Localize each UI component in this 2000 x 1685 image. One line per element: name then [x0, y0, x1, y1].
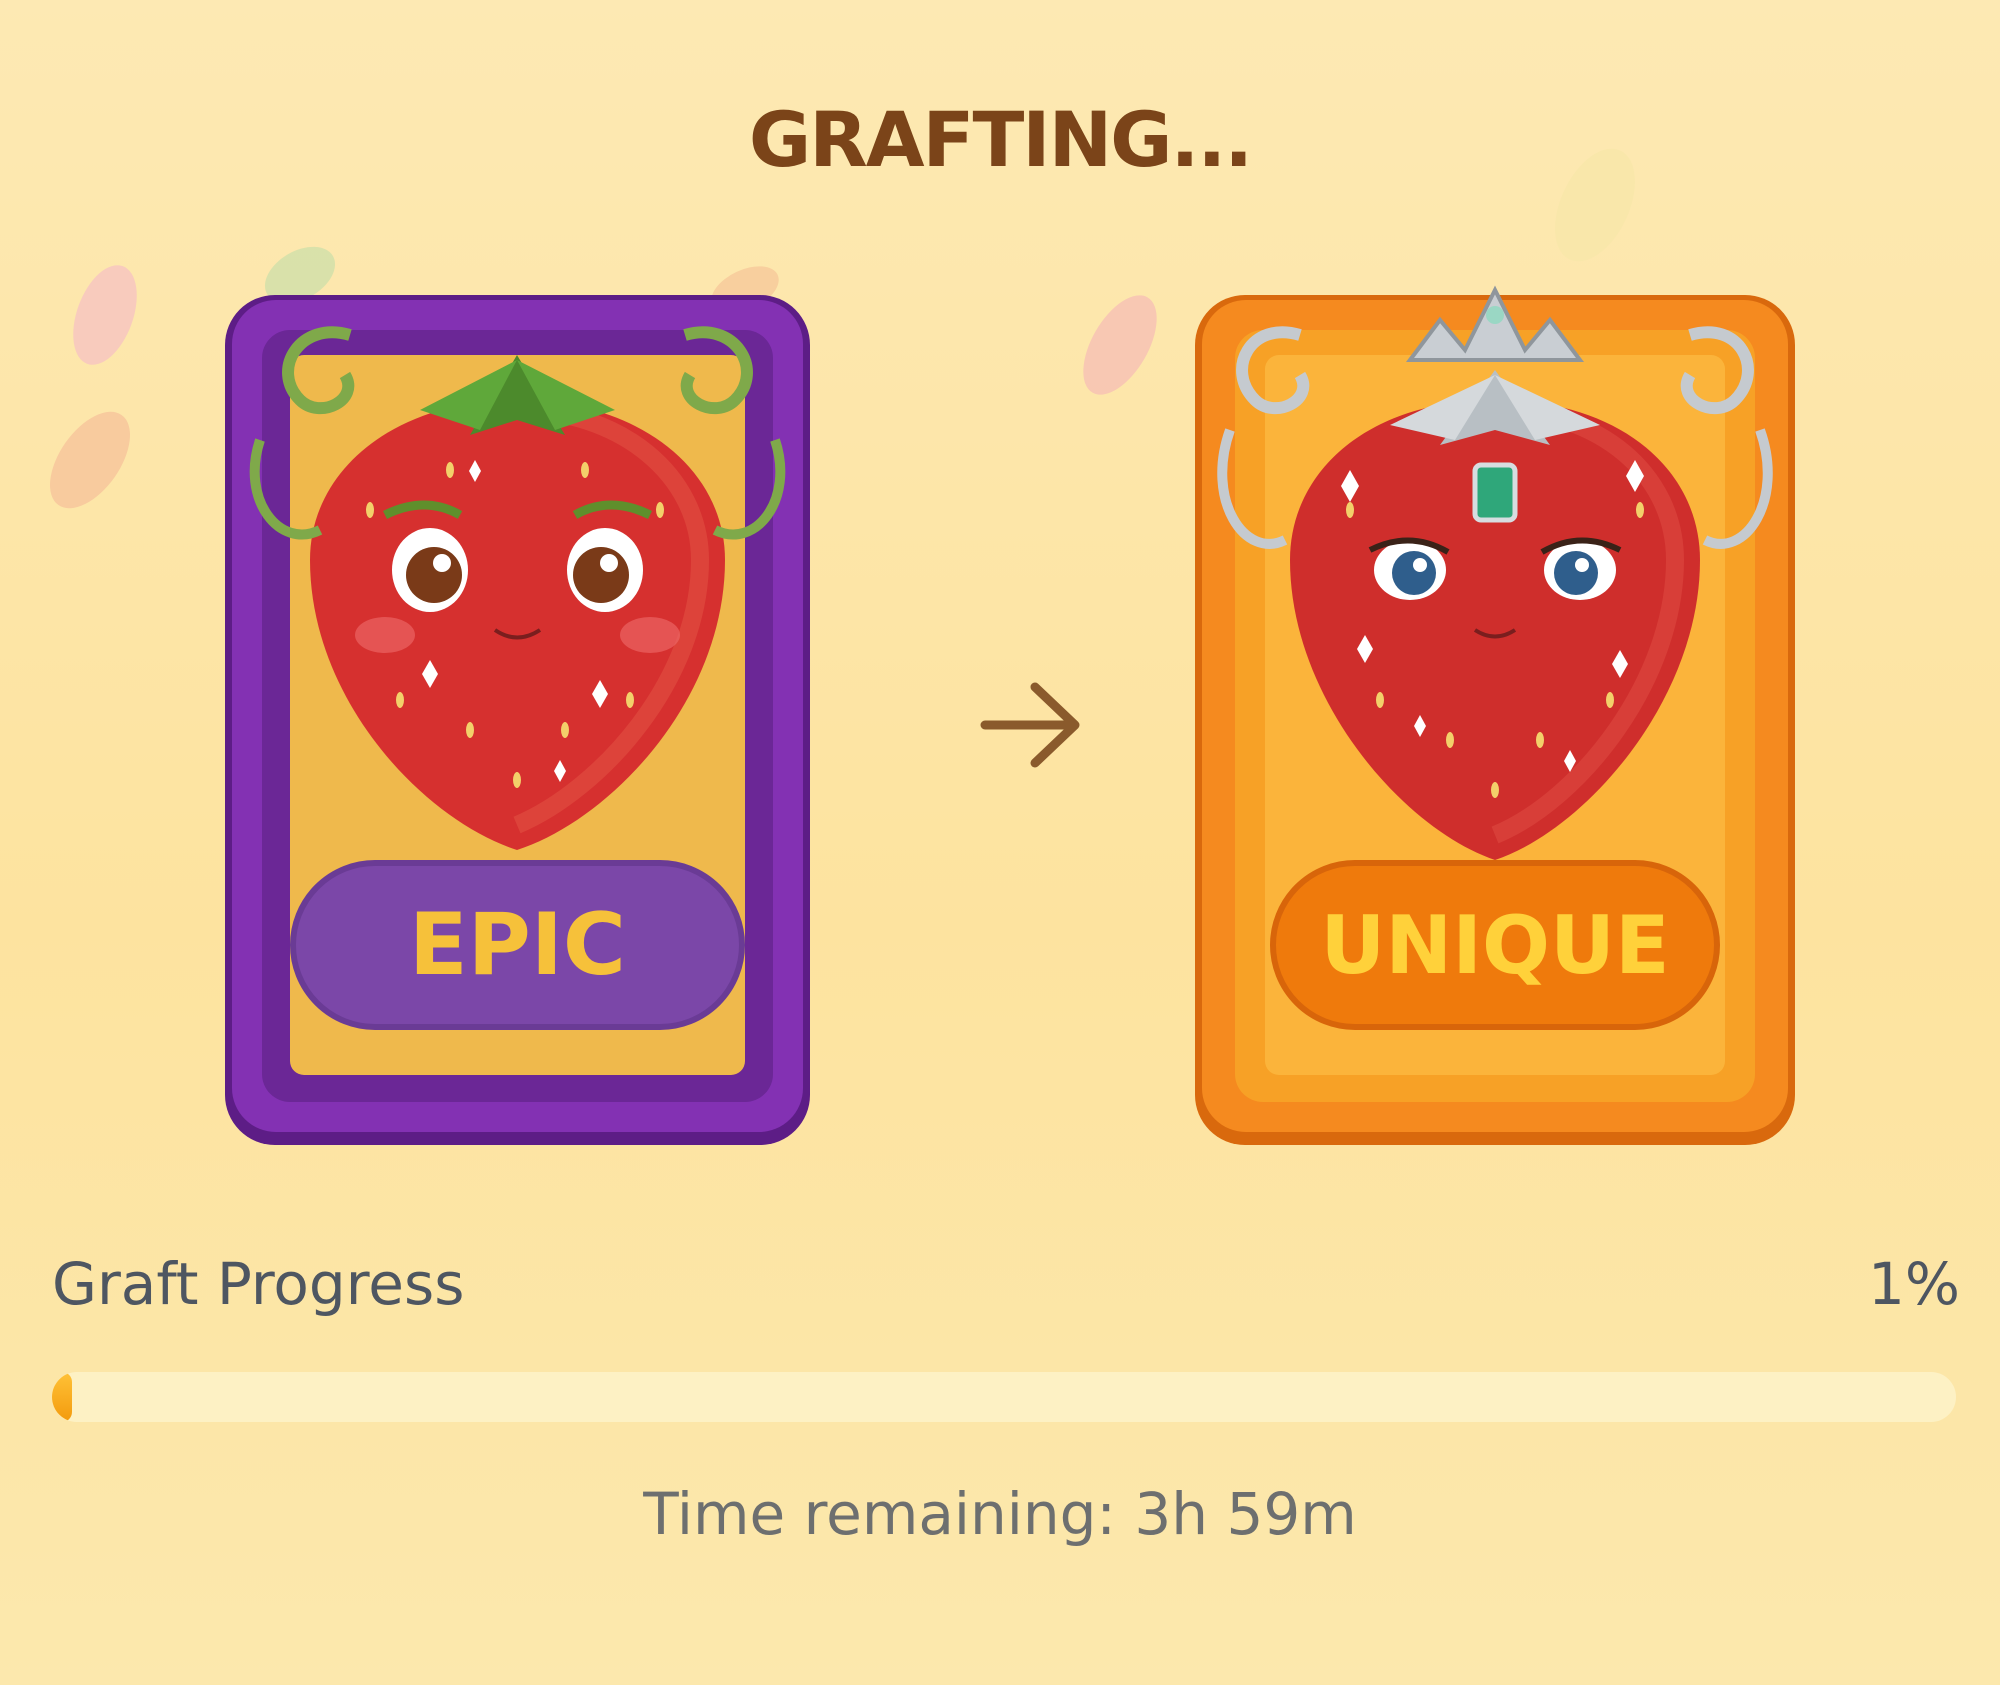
- unique-badge: UNIQUE: [1270, 860, 1720, 1030]
- unique-card[interactable]: UNIQUE: [1190, 260, 1800, 1150]
- time-remaining-text: Time remaining: 3h 59m: [643, 1480, 1357, 1548]
- petal-decoration: [50, 411, 130, 509]
- petal-decoration: [73, 265, 137, 365]
- petal-decoration: [1083, 295, 1157, 395]
- graft-progress-fill: [52, 1372, 72, 1422]
- arrow-right-icon: [980, 682, 1080, 768]
- epic-card[interactable]: EPIC: [220, 260, 815, 1150]
- graft-progress-label: Graft Progress: [52, 1250, 465, 1318]
- screen-title: GRAFTING...: [748, 95, 1253, 184]
- epic-label: EPIC: [409, 895, 626, 995]
- graft-progress-percent: 1%: [1867, 1250, 1960, 1318]
- epic-badge: EPIC: [290, 860, 745, 1030]
- graft-progress-bar: [52, 1372, 1956, 1422]
- leaf-decoration: [1555, 148, 1635, 262]
- unique-label: UNIQUE: [1320, 898, 1670, 992]
